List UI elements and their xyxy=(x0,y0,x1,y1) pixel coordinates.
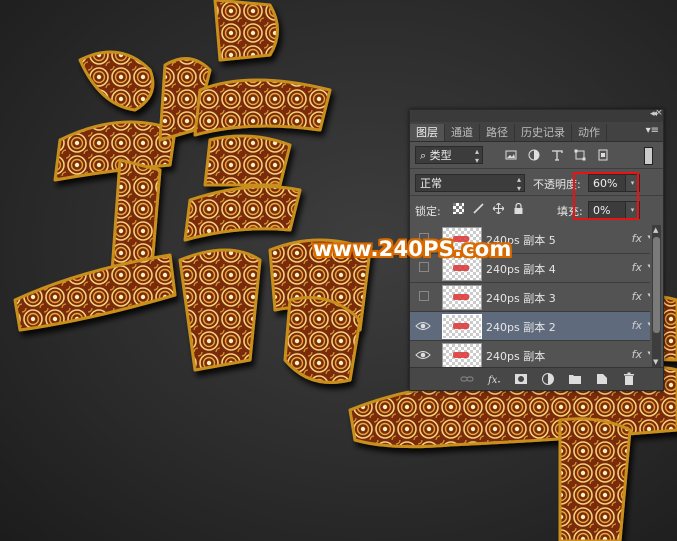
panel-title-bar[interactable]: ◂◂ × xyxy=(410,108,664,122)
lock-brush-icon[interactable] xyxy=(473,203,484,214)
shape-filter-icon[interactable] xyxy=(574,149,586,161)
tab-channels[interactable]: 通道 xyxy=(445,124,480,141)
layer-thumbnail[interactable] xyxy=(442,285,482,310)
type-filter-icon[interactable] xyxy=(551,149,563,161)
blend-mode-select[interactable]: 正常 ▴ ▾ xyxy=(415,174,525,193)
adjustment-icon[interactable] xyxy=(541,372,555,386)
fx-badge[interactable]: fx xyxy=(632,348,642,361)
lock-label: 锁定: xyxy=(415,205,441,218)
panel-footer: fx xyxy=(410,367,663,390)
filter-kind-select[interactable]: ⌕ 类型 ▴ ▾ xyxy=(415,146,483,165)
expand-effects-icon[interactable]: ▾ xyxy=(647,320,650,328)
fx-icon[interactable]: fx xyxy=(487,372,501,386)
filter-kind-label: 类型 xyxy=(429,149,452,162)
layer-row[interactable]: 240ps 副本 fx ▾ xyxy=(410,341,650,367)
filter-row: ⌕ 类型 ▴ ▾ xyxy=(410,142,663,168)
layer-row[interactable]: 240ps 副本 3 fx ▾ xyxy=(410,283,650,312)
scroll-down-icon[interactable]: ▼ xyxy=(653,358,658,366)
folder-icon[interactable] xyxy=(568,372,582,386)
tab-actions[interactable]: 动作 xyxy=(572,124,607,141)
eye-icon[interactable] xyxy=(415,349,431,361)
trash-icon[interactable] xyxy=(622,372,636,386)
fx-badge[interactable]: fx xyxy=(632,232,642,245)
layers-scrollbar[interactable]: ▲ ▼ xyxy=(652,225,661,367)
mask-icon[interactable] xyxy=(514,372,528,386)
new-layer-icon[interactable] xyxy=(595,372,609,386)
lock-all-icon[interactable] xyxy=(513,203,524,214)
watermark-text: www.240PS.com xyxy=(313,237,512,261)
fx-badge[interactable]: fx xyxy=(632,319,642,332)
lock-transparent-icon[interactable] xyxy=(453,203,464,214)
expand-effects-icon[interactable]: ▾ xyxy=(647,262,650,270)
fx-badge[interactable]: fx xyxy=(632,290,642,303)
layer-name[interactable]: 240ps 副本 3 xyxy=(486,290,556,306)
layer-row-selected[interactable]: 240ps 副本 2 fx ▾ xyxy=(410,312,650,341)
layer-name[interactable]: 240ps 副本 2 xyxy=(486,319,556,335)
search-icon: ⌕ xyxy=(420,149,427,162)
updown-arrows-icon: ▴ ▾ xyxy=(474,147,479,165)
tab-history[interactable]: 历史记录 xyxy=(515,124,572,141)
close-icon[interactable]: × xyxy=(654,108,664,118)
scroll-up-icon[interactable]: ▲ xyxy=(653,226,658,234)
tab-paths[interactable]: 路径 xyxy=(480,124,515,141)
smartobject-filter-icon[interactable] xyxy=(597,149,609,161)
panel-tabbar: 图层 通道 路径 历史记录 动作 ▾≡ xyxy=(410,122,663,142)
scroll-thumb[interactable] xyxy=(653,237,660,333)
panel-menu-icon[interactable]: ▾≡ xyxy=(646,125,659,136)
highlight-annotation-box xyxy=(573,172,639,220)
link-icon[interactable] xyxy=(460,372,474,386)
layer-thumbnail[interactable] xyxy=(442,343,482,367)
expand-effects-icon[interactable]: ▾ xyxy=(647,233,650,241)
tab-layers[interactable]: 图层 xyxy=(410,124,445,141)
image-filter-icon[interactable] xyxy=(505,149,517,161)
expand-effects-icon[interactable]: ▾ xyxy=(647,291,650,299)
svg-text:fx: fx xyxy=(487,375,498,386)
fx-badge[interactable]: fx xyxy=(632,261,642,274)
filter-toggle-switch[interactable] xyxy=(644,147,653,165)
updown-arrows-icon: ▴ ▾ xyxy=(516,175,521,193)
visibility-toggle[interactable] xyxy=(419,291,429,301)
adjustment-filter-icon[interactable] xyxy=(528,149,540,161)
layer-thumbnail[interactable] xyxy=(442,314,482,339)
lock-move-icon[interactable] xyxy=(493,203,504,214)
visibility-toggle[interactable] xyxy=(419,262,429,272)
eye-icon[interactable] xyxy=(415,320,431,332)
layer-name[interactable]: 240ps 副本 4 xyxy=(486,261,556,277)
layer-name[interactable]: 240ps 副本 xyxy=(486,348,545,364)
blend-mode-label: 正常 xyxy=(420,177,442,190)
expand-effects-icon[interactable]: ▾ xyxy=(647,349,650,357)
